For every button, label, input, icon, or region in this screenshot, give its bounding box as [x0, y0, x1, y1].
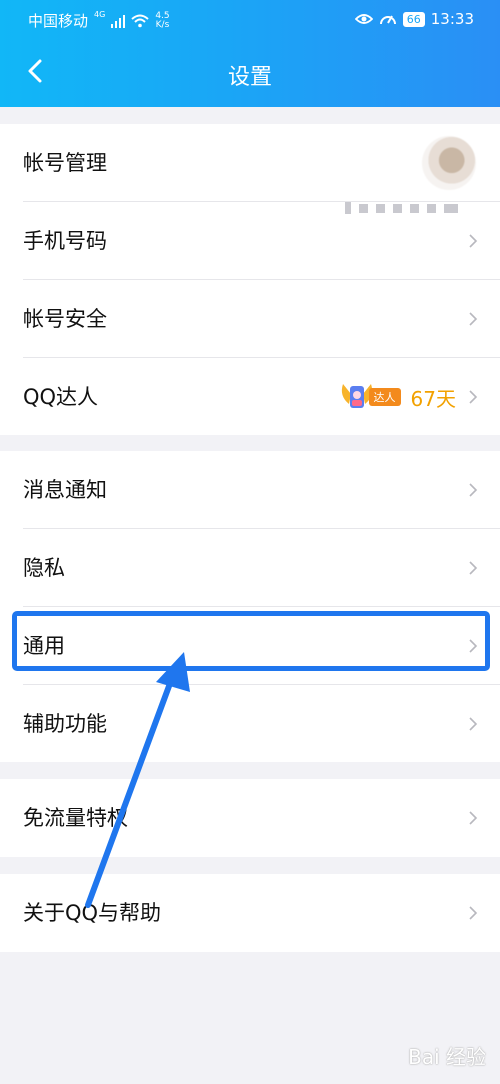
row-label: 隐私	[23, 556, 65, 580]
page-title: 设置	[227, 65, 272, 90]
carrier-label: 中国移动	[28, 12, 89, 30]
chevron-right-icon	[469, 906, 478, 920]
row-label: 免流量特权	[23, 806, 128, 830]
nav-bar: 设置	[0, 45, 500, 101]
clock: 13:33	[430, 10, 474, 28]
row-label: 辅助功能	[23, 712, 107, 736]
watermark: Bai 经验	[408, 1045, 486, 1069]
row-label: 关于QQ与帮助	[23, 901, 162, 925]
settings-group-general: 消息通知 隐私 通用 辅助功能	[0, 451, 500, 762]
row-data-free-privilege[interactable]: 免流量特权	[0, 779, 500, 857]
chevron-right-icon	[469, 312, 478, 326]
chevron-right-icon	[469, 234, 478, 248]
settings-group-about: 关于QQ与帮助	[0, 874, 500, 952]
row-privacy[interactable]: 隐私	[0, 529, 500, 607]
expert-days: 67天	[410, 386, 456, 411]
signal-icon	[111, 14, 126, 28]
chevron-right-icon	[469, 811, 478, 825]
network-speed: 4.5 K/s	[155, 10, 170, 30]
network-type: 4G	[94, 10, 106, 19]
masked-phone-number	[345, 202, 458, 214]
row-account-management[interactable]: 帐号管理	[0, 124, 500, 202]
chevron-right-icon	[469, 717, 478, 731]
wifi-icon	[131, 14, 149, 27]
row-phone-number[interactable]: 手机号码	[0, 202, 500, 280]
settings-group-account: 帐号管理 手机号码 帐号安全 QQ达人 达人 67天	[0, 124, 500, 435]
row-account-security[interactable]: 帐号安全	[0, 280, 500, 358]
status-bar: 中国移动 4G 4.5 K/s 66 13:33	[0, 0, 500, 38]
header-bar: 中国移动 4G 4.5 K/s 66 13:33 设置	[0, 0, 500, 107]
row-qq-expert[interactable]: QQ达人 达人 67天	[0, 358, 500, 436]
chevron-right-icon	[469, 390, 478, 404]
row-label: 手机号码	[23, 229, 107, 253]
row-about-help[interactable]: 关于QQ与帮助	[0, 874, 500, 952]
row-accessibility[interactable]: 辅助功能	[0, 685, 500, 763]
expert-badge-group: 达人 67天	[337, 378, 456, 416]
avatar[interactable]	[422, 136, 476, 190]
battery-icon: 66	[402, 11, 425, 27]
row-label: QQ达人	[23, 385, 99, 409]
eye-icon	[354, 14, 373, 24]
expert-badge: 达人	[337, 378, 403, 416]
row-label: 消息通知	[23, 478, 107, 502]
chevron-right-icon	[469, 483, 478, 497]
row-message-notification[interactable]: 消息通知	[0, 451, 500, 529]
highlight-box	[12, 611, 490, 671]
expert-badge-label: 达人	[368, 388, 401, 406]
row-label: 帐号安全	[23, 307, 107, 331]
chevron-right-icon	[469, 561, 478, 575]
speedometer-icon	[379, 15, 396, 25]
row-label: 帐号管理	[23, 151, 107, 175]
settings-group-data-free: 免流量特权	[0, 779, 500, 857]
